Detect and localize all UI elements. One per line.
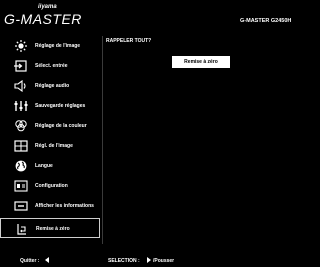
color-adjust-icon — [14, 120, 28, 132]
information-icon — [14, 200, 28, 212]
save-settings-icon — [14, 100, 28, 112]
menu-item-label: Afficher les informations — [35, 203, 94, 209]
menu-item-label: Remise à zéro — [36, 226, 70, 232]
menu-item-input-select[interactable]: Sélect. entrée — [0, 56, 100, 76]
picture-adjust-icon — [14, 40, 28, 52]
selection-label: SELECTION : — [108, 258, 140, 264]
model-name: G-MASTER G2450H — [240, 18, 292, 24]
menu-divider — [102, 36, 103, 244]
image-adjust-icon — [14, 140, 28, 152]
menu-item-label: Sélect. entrée — [35, 63, 68, 69]
menu-item-picture-adjust[interactable]: Réglage de l'image — [0, 36, 100, 56]
language-globe-icon — [14, 160, 28, 172]
quit-label: Quitter : — [20, 258, 40, 264]
footer-hints: Quitter : SELECTION : /Pousser — [0, 254, 296, 267]
logo-gmaster: G-MASTER — [4, 11, 82, 27]
input-select-icon — [14, 60, 28, 72]
arrow-right-icon — [147, 257, 151, 263]
menu-item-label: Réglage audio — [35, 83, 70, 89]
menu-item-label: Réglage de l'image — [35, 43, 81, 49]
menu-item-language[interactable]: Langue — [0, 156, 100, 176]
menu-item-label: Réglage de la couleur — [35, 123, 87, 129]
push-label: /Pousser — [153, 258, 175, 264]
panel-title: RAPPELER TOUT? — [106, 38, 152, 44]
configuration-icon — [14, 180, 28, 192]
osd-menu: iiyama G-MASTER G-MASTER G2450H Réglage … — [0, 0, 296, 267]
brand-logo: iiyama G-MASTER — [4, 4, 100, 34]
menu-item-reset[interactable]: Remise à zéro — [0, 218, 100, 238]
menu-item-color-adjust[interactable]: Réglage de la couleur — [0, 116, 100, 136]
menu-item-label: Langue — [35, 163, 53, 169]
menu-item-save-settings[interactable]: Sauvegarde réglages — [0, 96, 100, 116]
reset-icon — [15, 223, 29, 235]
menu-item-information[interactable]: Afficher les informations — [0, 196, 100, 216]
menu-item-audio[interactable]: Réglage audio — [0, 76, 100, 96]
logo-iiyama: iiyama — [38, 4, 57, 10]
reset-all-button[interactable]: Remise à zéro — [172, 56, 230, 68]
menu-item-configuration[interactable]: Configuration — [0, 176, 100, 196]
menu-item-label: Sauvegarde réglages — [35, 103, 86, 109]
menu-item-label: Configuration — [35, 183, 68, 189]
menu-item-image-adjust[interactable]: Régl. de l'image — [0, 136, 100, 156]
audio-icon — [14, 80, 28, 92]
menu-item-label: Régl. de l'image — [35, 143, 73, 149]
arrow-left-icon — [45, 257, 49, 263]
